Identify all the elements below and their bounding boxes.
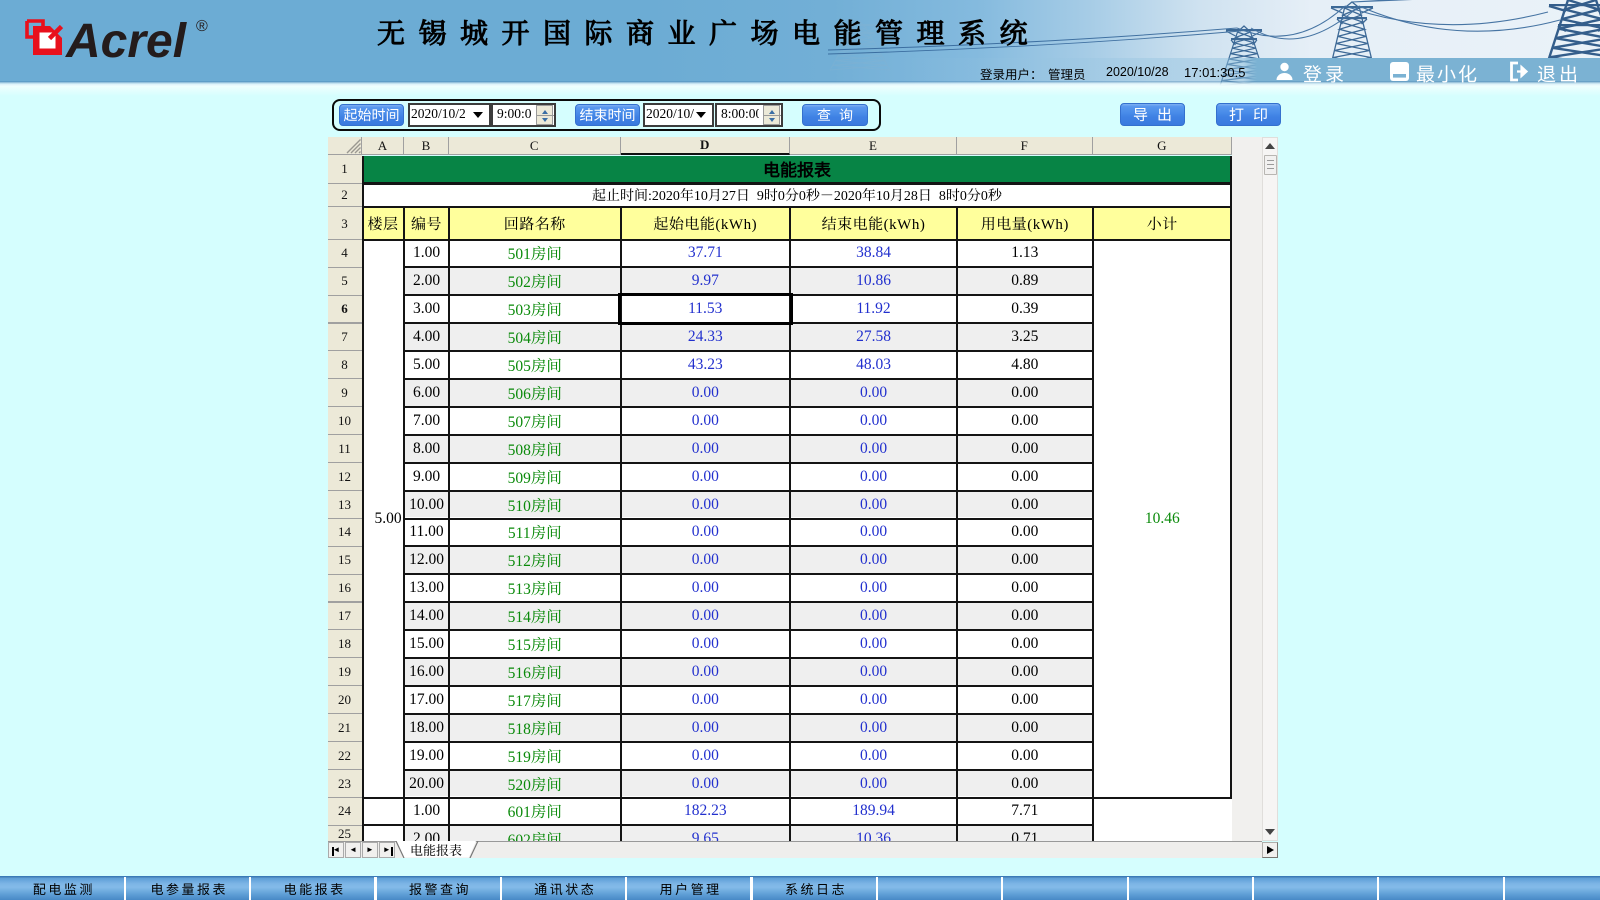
svg-text:®: ® <box>196 18 208 35</box>
svg-text:Acrel: Acrel <box>65 15 188 65</box>
